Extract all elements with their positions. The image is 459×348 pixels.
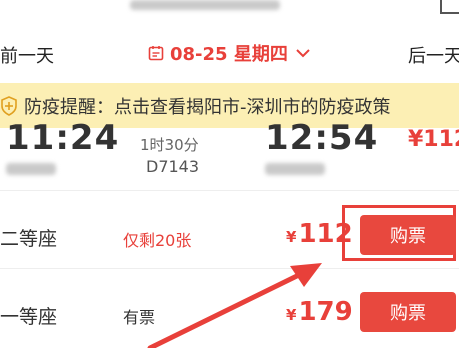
blurred-departure-station xyxy=(6,163,56,175)
prev-day-button[interactable]: 前一天 xyxy=(0,42,54,68)
divider xyxy=(0,190,459,191)
chevron-down-icon xyxy=(296,49,310,58)
train-number: D7143 xyxy=(146,157,200,176)
currency-symbol: ¥ xyxy=(286,228,297,246)
notice-text: 防疫提醒：点击查看揭阳市-深圳市的防疫政策 xyxy=(24,96,391,118)
currency-symbol: ¥ xyxy=(286,306,297,324)
date-label: 08-25 星期四 xyxy=(170,44,288,65)
trip-duration: 1时30分 xyxy=(140,136,199,154)
seat-availability: 仅剩20张 xyxy=(123,231,192,250)
date-picker[interactable]: 08-25 星期四 xyxy=(148,40,310,66)
lowest-price: ¥112 xyxy=(408,127,459,152)
corner-icon[interactable] xyxy=(440,0,459,14)
seat-class-second: 二等座 xyxy=(0,228,58,250)
buy-ticket-button-second[interactable]: 购票 xyxy=(360,215,456,255)
seat-availability: 有票 xyxy=(123,308,156,327)
seat-class-first: 一等座 xyxy=(0,306,58,328)
divider xyxy=(0,268,459,269)
blurred-title xyxy=(130,0,280,10)
buy-ticket-button-first[interactable]: 购票 xyxy=(360,292,456,332)
shield-icon xyxy=(1,95,17,116)
departure-time: 11:24 xyxy=(6,118,120,158)
seat-price: ¥ 179 xyxy=(286,297,353,327)
price-value: 179 xyxy=(298,297,353,327)
calendar-icon xyxy=(148,46,164,61)
arrival-time: 12:54 xyxy=(265,118,379,158)
next-day-button[interactable]: 后一天 xyxy=(408,42,459,68)
blurred-arrival-station xyxy=(265,163,325,175)
